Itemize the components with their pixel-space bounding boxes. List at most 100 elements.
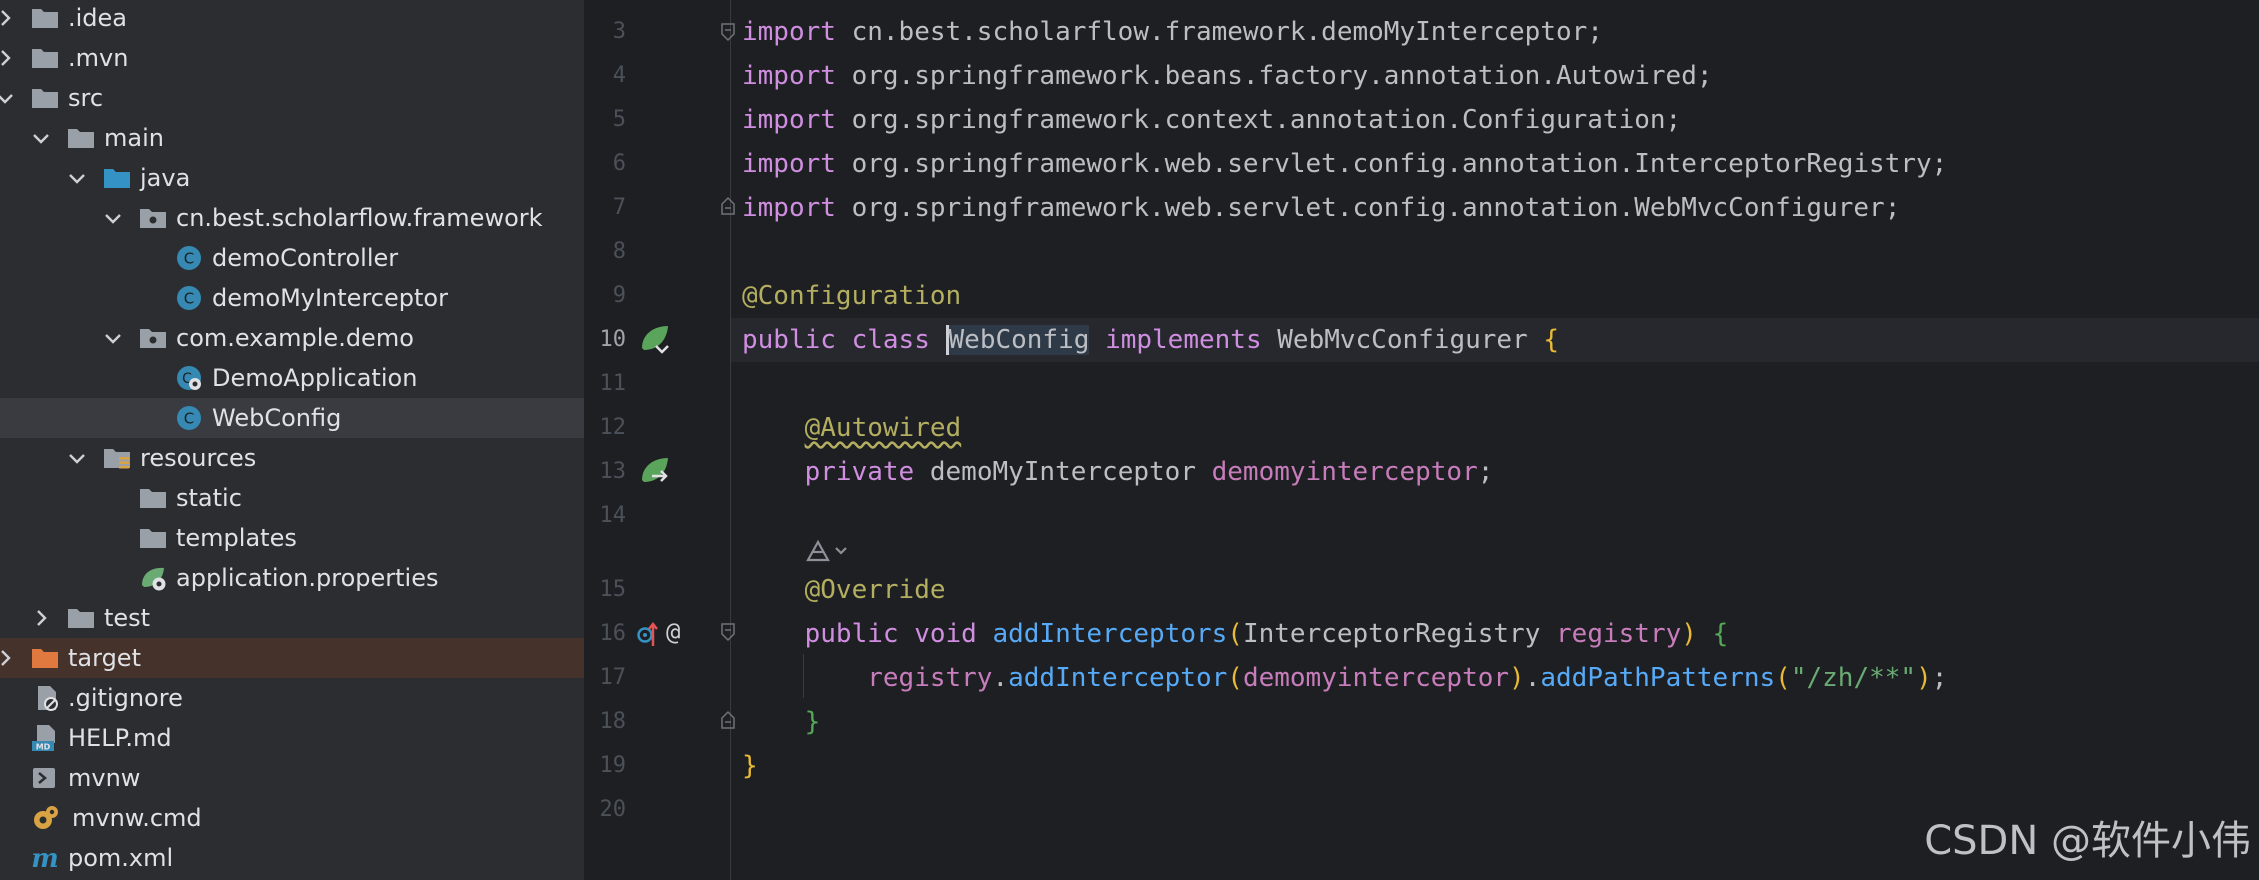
- chevron-down-icon[interactable]: [0, 87, 16, 109]
- line-number: 4: [612, 63, 626, 88]
- tree-item-label: com.example.demo: [176, 324, 414, 352]
- line-number: 5: [612, 107, 626, 132]
- tree-item-label: test: [104, 604, 151, 632]
- chevron-right-icon[interactable]: [0, 7, 16, 29]
- line-number: 10: [599, 327, 627, 352]
- code-line[interactable]: import org.springframework.beans.factory…: [742, 54, 1713, 98]
- fold-marker-icon[interactable]: [720, 622, 736, 642]
- chevron-down-icon[interactable]: [66, 167, 88, 189]
- tree-item-label: resources: [140, 444, 257, 472]
- tree-item-src[interactable]: src: [0, 78, 584, 118]
- code-line[interactable]: private demoMyInterceptor demomyintercep…: [742, 450, 1494, 494]
- line-number: 15: [599, 577, 627, 602]
- code-line[interactable]: @Configuration: [742, 274, 961, 318]
- chevron-right-icon[interactable]: [0, 647, 16, 669]
- tree-item-label: .idea: [68, 4, 128, 32]
- tree-item-label: mvnw: [68, 764, 141, 792]
- code-line[interactable]: public class WebConfig implements WebMvc…: [742, 318, 1559, 362]
- code-line[interactable]: public void addInterceptors(InterceptorR…: [742, 612, 1729, 656]
- source-folder-icon: [104, 169, 130, 188]
- folder-icon: [140, 489, 166, 508]
- tree-item-help-md[interactable]: MD HELP.md: [0, 718, 584, 758]
- tree-item-resources[interactable]: resources: [0, 438, 584, 478]
- tree-item-mvn[interactable]: .mvn: [0, 38, 584, 78]
- tree-item-templates[interactable]: templates: [0, 518, 584, 558]
- class-icon: C: [177, 246, 201, 270]
- tree-item-label: demoController: [212, 244, 399, 272]
- code-line[interactable]: @Autowired: [742, 406, 962, 450]
- tree-item-label: cn.best.scholarflow.framework: [176, 204, 543, 232]
- tree-item-idea[interactable]: .idea: [0, 0, 584, 38]
- fold-marker-icon[interactable]: [720, 710, 736, 730]
- spring-boot-class-icon: C: [177, 366, 201, 390]
- tree-item-demomyinterceptor[interactable]: C demoMyInterceptor: [0, 278, 584, 318]
- chevron-down-icon[interactable]: [66, 447, 88, 469]
- code-line[interactable]: import org.springframework.web.servlet.c…: [742, 142, 1947, 186]
- batch-file-icon: [34, 806, 58, 829]
- gutter-divider: [730, 0, 731, 880]
- tree-item-label: pom.xml: [68, 844, 174, 872]
- tree-item-democontroller[interactable]: C demoController: [0, 238, 584, 278]
- code-line[interactable]: registry.addInterceptor(demomyintercepto…: [742, 656, 1947, 700]
- spring-properties-icon: [142, 567, 166, 591]
- tree-item-java[interactable]: java: [0, 158, 584, 198]
- line-number: 18: [599, 709, 627, 734]
- at-annotation-icon[interactable]: @: [666, 618, 680, 646]
- chevron-down-icon[interactable]: [102, 207, 124, 229]
- code-line[interactable]: }: [742, 700, 821, 744]
- code-line[interactable]: import org.springframework.web.servlet.c…: [742, 186, 1900, 230]
- code-line[interactable]: @Override: [742, 568, 946, 612]
- chevron-down-icon[interactable]: [102, 327, 124, 349]
- svg-text:m: m: [31, 844, 59, 873]
- code-editor[interactable]: 3 4 5 6 7 8 9 10 11 12 13 14 15 16 17 18…: [586, 0, 2259, 880]
- tree-item-label: application.properties: [176, 564, 439, 592]
- tree-item-pom-xml[interactable]: m pom.xml: [0, 838, 584, 878]
- folder-icon: [68, 129, 94, 148]
- line-number: 13: [599, 459, 627, 484]
- spring-autowired-gutter-icon[interactable]: [638, 454, 672, 488]
- tree-item-test[interactable]: test: [0, 598, 584, 638]
- line-number: 14: [599, 503, 627, 528]
- tree-item-label: .gitignore: [68, 684, 183, 712]
- fold-marker-icon[interactable]: [720, 196, 736, 216]
- folder-icon: [32, 89, 58, 108]
- tree-item-package-framework[interactable]: cn.best.scholarflow.framework: [0, 198, 584, 238]
- tree-item-webconfig[interactable]: C WebConfig: [0, 398, 584, 438]
- tree-item-target[interactable]: target: [0, 638, 584, 678]
- code-line[interactable]: import org.springframework.context.annot…: [742, 98, 1681, 142]
- code-line[interactable]: }: [742, 744, 758, 788]
- fold-marker-icon[interactable]: [720, 22, 736, 42]
- tree-item-label: DemoApplication: [212, 364, 418, 392]
- implements-method-gutter-icon[interactable]: [636, 620, 658, 648]
- maven-icon: m: [31, 844, 59, 873]
- line-number: 17: [599, 665, 627, 690]
- tree-item-main[interactable]: main: [0, 118, 584, 158]
- package-icon: [140, 209, 166, 228]
- tree-item-label: demoMyInterceptor: [212, 284, 448, 312]
- chevron-right-icon[interactable]: [0, 47, 16, 69]
- excluded-folder-icon: [32, 649, 58, 668]
- tree-item-mvnw[interactable]: mvnw: [0, 758, 584, 798]
- tree-item-static[interactable]: static: [0, 478, 584, 518]
- tree-item-application-properties[interactable]: application.properties: [0, 558, 584, 598]
- tree-item-label: WebConfig: [212, 404, 342, 432]
- ignore-file-icon: [38, 686, 58, 711]
- shell-script-icon: [33, 768, 55, 788]
- svg-text:C: C: [184, 250, 194, 268]
- tree-item-mvnw-cmd[interactable]: mvnw.cmd: [0, 798, 584, 838]
- ai-assistant-icon[interactable]: [804, 538, 852, 566]
- tree-item-label: java: [140, 164, 191, 192]
- chevron-right-icon[interactable]: [30, 607, 52, 629]
- svg-text:MD: MD: [36, 743, 51, 752]
- tree-item-demoapplication[interactable]: C DemoApplication: [0, 358, 584, 398]
- tree-item-gitignore[interactable]: .gitignore: [0, 678, 584, 718]
- code-line[interactable]: import cn.best.scholarflow.framework.dem…: [742, 10, 1603, 54]
- tree-item-package-demo[interactable]: com.example.demo: [0, 318, 584, 358]
- line-number: 20: [599, 797, 627, 822]
- chevron-down-icon[interactable]: [30, 127, 52, 149]
- tree-item-label: mvnw.cmd: [72, 804, 202, 832]
- markdown-file-icon: MD: [32, 725, 55, 752]
- folder-icon: [32, 9, 58, 28]
- line-number: 16: [599, 621, 627, 646]
- spring-bean-gutter-icon[interactable]: [638, 322, 672, 356]
